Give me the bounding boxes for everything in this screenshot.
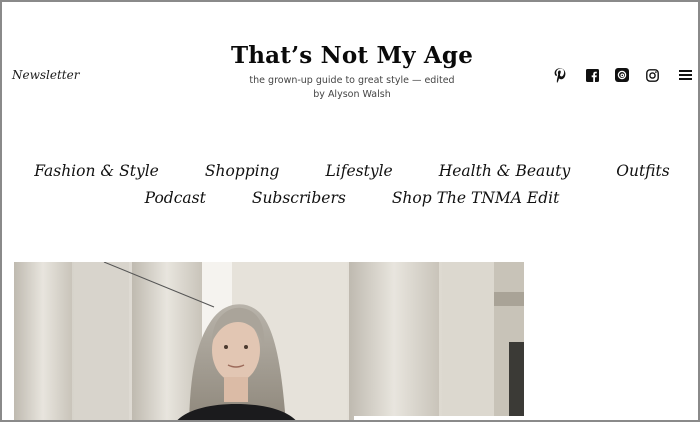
site-tagline: the grown-up guide to great style — edit…	[249, 75, 455, 100]
nav-item-health-beauty[interactable]: Health & Beauty	[439, 162, 571, 180]
nav-item-podcast[interactable]: Podcast	[145, 189, 206, 207]
hero-image[interactable]	[14, 262, 524, 420]
nav-item-shopping[interactable]: Shopping	[205, 162, 280, 180]
instagram-icon[interactable]	[644, 67, 660, 83]
site-title[interactable]: That’s Not My Age	[2, 42, 698, 69]
facebook-icon[interactable]	[584, 67, 600, 83]
primary-nav-row-1: Fashion & Style Shopping Lifestyle Healt…	[2, 162, 698, 180]
nav-item-fashion-style[interactable]: Fashion & Style	[34, 162, 159, 180]
nav-item-shop-tnma-edit[interactable]: Shop The TNMA Edit	[392, 189, 560, 207]
nav-item-lifestyle[interactable]: Lifestyle	[325, 162, 392, 180]
page-frame: Newsletter That’s Not My Age the grown-u…	[0, 0, 700, 422]
primary-nav-row-2: Podcast Subscribers Shop The TNMA Edit	[2, 189, 698, 207]
hamburger-menu-icon[interactable]	[677, 67, 693, 83]
pinterest-icon[interactable]	[552, 67, 568, 83]
hero-overlay-card	[354, 416, 524, 420]
nav-item-outfits[interactable]: Outfits	[616, 162, 669, 180]
nav-item-subscribers[interactable]: Subscribers	[252, 189, 346, 207]
newsletter-link[interactable]: Newsletter	[12, 68, 79, 82]
threads-icon[interactable]	[614, 67, 630, 83]
